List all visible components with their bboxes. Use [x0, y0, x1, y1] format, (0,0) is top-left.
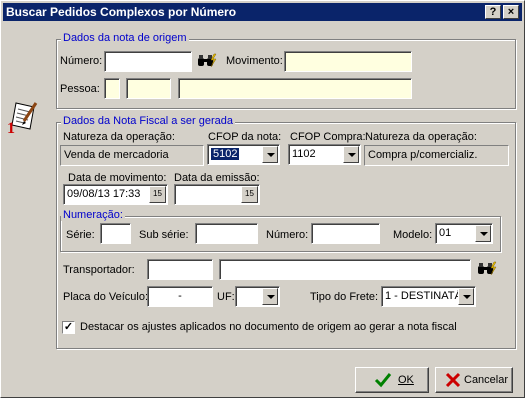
data-movimento-value: 09/08/13 17:33: [67, 188, 141, 200]
modelo-select[interactable]: 01: [435, 223, 493, 244]
cfop-nota-label: CFOP da nota:: [208, 131, 282, 143]
pessoa-code-input[interactable]: [104, 78, 120, 99]
title-bar: Buscar Pedidos Complexos por Número ? ×: [3, 3, 522, 21]
modelo-value: 01: [439, 227, 452, 239]
cfop-nota-select[interactable]: 5102: [207, 144, 280, 165]
tipo-frete-label: Tipo do Frete:: [310, 291, 379, 303]
pessoa-name-input[interactable]: [178, 78, 412, 99]
origem-numero-label: Número:: [60, 55, 103, 67]
data-movimento-input[interactable]: 09/08/13 17:33 15: [63, 184, 168, 205]
subserie-input[interactable]: [195, 223, 258, 244]
ok-button[interactable]: OK: [355, 367, 429, 393]
movimento-input[interactable]: [284, 51, 412, 72]
transportador-name-input[interactable]: [219, 259, 471, 280]
window-title: Buscar Pedidos Complexos por Número: [6, 5, 237, 19]
cfop-nota-value: 5102: [211, 148, 240, 160]
transportador-label: Transportador:: [63, 264, 135, 276]
serie-input[interactable]: [100, 223, 131, 244]
natureza-operacao-label: Natureza da operação:: [63, 131, 175, 143]
chevron-down-icon[interactable]: [475, 225, 491, 242]
cfop-compra-label: CFOP Compra:: [290, 131, 366, 143]
data-movimento-label: Data de movimento:: [68, 172, 167, 184]
data-emissao-input[interactable]: 15: [174, 184, 260, 205]
nota-legend: Dados da Nota Fiscal a ser gerada: [61, 115, 235, 127]
tipo-frete-value: 1 - DESTINATÁ: [385, 290, 462, 302]
pessoa-id-input[interactable]: [126, 78, 171, 99]
tipo-frete-select[interactable]: 1 - DESTINATÁ: [381, 286, 476, 307]
x-icon: [444, 371, 462, 398]
calendar-icon[interactable]: 15: [241, 186, 258, 203]
calendar-icon[interactable]: 15: [149, 186, 166, 203]
dialog-window: Buscar Pedidos Complexos por Número ? × …: [0, 0, 525, 398]
numeracao-legend: Numeração:: [61, 209, 125, 221]
origem-legend: Dados da nota de origem: [61, 32, 189, 44]
natureza-operacao-field: Venda de mercadoria: [60, 145, 204, 166]
cancel-button-label: Cancelar: [464, 374, 509, 386]
close-button[interactable]: ×: [503, 5, 519, 19]
cfop-compra-select[interactable]: 1102: [288, 144, 361, 165]
numeracao-numero-input[interactable]: [311, 223, 380, 244]
data-emissao-label: Data da emissão:: [174, 172, 260, 184]
placa-label: Placa do Veículo:: [63, 291, 149, 303]
transportador-code-input[interactable]: [147, 259, 213, 280]
binoculars-search-icon[interactable]: [477, 261, 497, 277]
document-edit-icon: 1: [6, 99, 42, 137]
checkmark-icon: [374, 371, 392, 398]
numeracao-numero-label: Número:: [266, 229, 309, 241]
binoculars-search-icon[interactable]: [197, 53, 217, 69]
natureza-operacao-compra-label: Natureza da operação:: [365, 131, 477, 143]
chevron-down-icon[interactable]: [262, 146, 278, 163]
chevron-down-icon[interactable]: [343, 146, 359, 163]
svg-text:1: 1: [7, 120, 15, 135]
chevron-down-icon[interactable]: [262, 288, 278, 305]
cancel-button[interactable]: Cancelar: [435, 367, 513, 393]
movimento-label: Movimento:: [226, 55, 283, 67]
uf-select[interactable]: [235, 286, 280, 307]
natureza-operacao-compra-field: Compra p/comercializ.: [364, 145, 509, 166]
destacar-label: Destacar os ajustes aplicados no documen…: [80, 321, 457, 333]
help-button[interactable]: ?: [485, 5, 501, 19]
origem-numero-input[interactable]: [104, 51, 192, 72]
uf-label: UF:: [217, 291, 235, 303]
cfop-compra-value: 1102: [292, 148, 316, 160]
pessoa-label: Pessoa:: [60, 83, 100, 95]
subserie-label: Sub série:: [139, 229, 189, 241]
chevron-down-icon[interactable]: [458, 288, 474, 305]
serie-label: Série:: [66, 229, 95, 241]
modelo-label: Modelo:: [393, 229, 433, 241]
placa-input[interactable]: -: [147, 286, 213, 307]
destacar-checkbox[interactable]: ✓: [62, 321, 75, 334]
ok-button-label: OK: [398, 374, 414, 386]
